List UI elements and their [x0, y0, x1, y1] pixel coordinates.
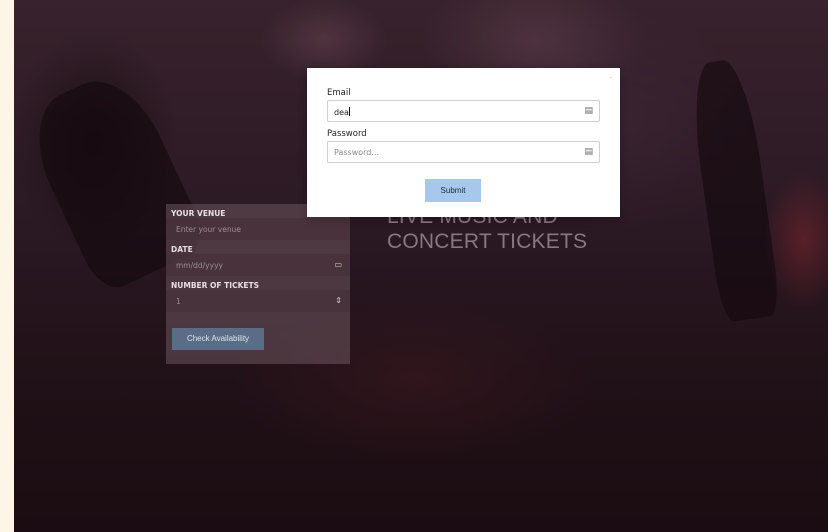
password-manager-icon[interactable]: ▤: [584, 106, 593, 116]
email-label: Email: [327, 88, 351, 98]
booking-form: YOUR VENUE Enter your venue DATE mm/dd/y…: [166, 204, 350, 364]
date-input[interactable]: mm/dd/yyyy ▭: [166, 254, 350, 276]
password-label: Password: [327, 129, 367, 139]
check-availability-button[interactable]: Check Availability: [172, 328, 264, 350]
login-modal: · Email dea ▤ Password Password... ▤ Sub…: [307, 68, 620, 217]
venue-placeholder: Enter your venue: [176, 225, 241, 234]
close-icon[interactable]: ·: [610, 74, 612, 82]
password-manager-icon[interactable]: ▤: [584, 147, 593, 157]
stepper-icon[interactable]: ⇕: [335, 296, 342, 305]
calendar-icon[interactable]: ▭: [334, 260, 342, 269]
venue-input[interactable]: Enter your venue: [166, 218, 350, 240]
tickets-label: NUMBER OF TICKETS: [171, 281, 260, 290]
password-placeholder: Password...: [334, 148, 379, 157]
submit-button[interactable]: Submit: [425, 179, 481, 202]
tickets-input[interactable]: 1 ⇕: [166, 290, 350, 312]
password-field[interactable]: Password... ▤: [327, 141, 600, 163]
text-caret: [348, 107, 350, 116]
date-label: DATE: [171, 245, 193, 254]
email-field[interactable]: dea ▤: [327, 100, 600, 122]
hero-line-2: CONCERT TICKETS: [387, 230, 588, 253]
date-placeholder: mm/dd/yyyy: [176, 261, 223, 270]
tickets-value: 1: [176, 297, 181, 306]
email-value: dea: [334, 108, 349, 117]
